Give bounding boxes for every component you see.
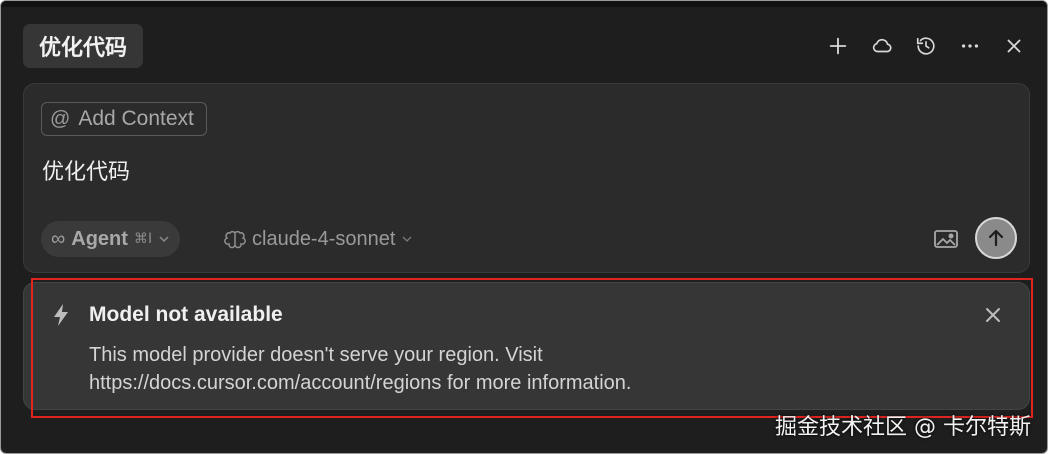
chat-composer: @ Add Context 优化代码 ∞ Agent ⌘I claude-4-s… [23,83,1030,273]
model-name: claude-4-sonnet [252,227,396,250]
top-strip [1,1,1047,7]
image-upload-icon[interactable] [933,228,959,250]
notice-close-icon[interactable] [981,303,1005,327]
prompt-input[interactable]: 优化代码 [42,154,130,186]
lightning-icon [54,304,68,326]
new-chat-button[interactable] [823,31,853,61]
add-context-button[interactable]: @ Add Context [41,102,207,136]
history-button[interactable] [911,31,941,61]
more-options-button[interactable] [955,31,985,61]
mode-shortcut: ⌘I [133,231,153,247]
send-button[interactable] [975,217,1017,259]
at-icon: @ [50,107,71,130]
cursor-chat-panel: 优化代码 @ Add Context 优化代码 ∞ Agent ⌘I claud… [0,0,1048,454]
notice-title: Model not available [89,303,283,326]
cloud-button[interactable] [867,31,897,61]
chat-tab-title[interactable]: 优化代码 [23,24,144,68]
brain-icon [224,230,246,249]
more-icon [961,44,979,48]
plus-icon [829,37,847,55]
mode-selector[interactable]: ∞ Agent ⌘I [41,221,181,257]
history-icon [916,37,935,55]
chevron-down-icon [159,236,169,243]
infinity-icon: ∞ [51,227,66,250]
close-icon [1007,39,1021,53]
arrow-up-icon [988,229,1004,247]
model-selector[interactable]: claude-4-sonnet [224,221,413,257]
chevron-down-icon [402,236,412,242]
header-actions [823,31,1029,61]
cloud-icon [872,38,892,53]
watermark: 掘金技术社区 @ 卡尔特斯 [775,415,1031,440]
add-context-label: Add Context [78,107,194,130]
notice-message: This model provider doesn't serve your r… [89,344,632,394]
mode-label: Agent [71,227,128,250]
close-panel-button[interactable] [999,31,1029,61]
